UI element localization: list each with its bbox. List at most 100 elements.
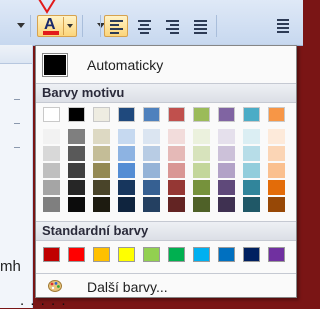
- theme-color-shade-swatch[interactable]: [243, 163, 260, 178]
- font-color-button[interactable]: A: [37, 15, 77, 37]
- theme-color-shade-swatch[interactable]: [268, 146, 285, 161]
- theme-color-shade-swatch[interactable]: [143, 180, 160, 195]
- theme-color-shade-swatch[interactable]: [218, 146, 235, 161]
- theme-color-shade-swatch[interactable]: [43, 180, 60, 195]
- theme-color-shade-swatch[interactable]: [118, 146, 135, 161]
- standard-color-swatch[interactable]: [218, 247, 235, 262]
- theme-color-shade-swatch[interactable]: [243, 129, 260, 144]
- theme-color-shade-swatch[interactable]: [68, 129, 85, 144]
- separator: [100, 15, 101, 37]
- document-text: mh: [0, 258, 21, 275]
- theme-color-shade-swatch[interactable]: [193, 146, 210, 161]
- theme-color-shade-swatch[interactable]: [68, 146, 85, 161]
- theme-color-shade-swatch[interactable]: [118, 197, 135, 212]
- theme-color-shade-swatch[interactable]: [193, 129, 210, 144]
- justify-button[interactable]: [188, 15, 212, 37]
- more-colors-label: Další barvy...: [87, 279, 168, 295]
- theme-color-shade-swatch[interactable]: [268, 129, 285, 144]
- theme-color-shade-swatch[interactable]: [268, 197, 285, 212]
- separator: [82, 15, 83, 37]
- standard-color-swatch[interactable]: [43, 247, 60, 262]
- justify-icon: [194, 20, 207, 36]
- theme-color-shade-swatch[interactable]: [218, 197, 235, 212]
- theme-color-shade-swatch[interactable]: [43, 146, 60, 161]
- standard-color-swatch[interactable]: [68, 247, 85, 262]
- automatic-color-swatch: [42, 53, 68, 77]
- dropdown-arrow-button[interactable]: [84, 15, 105, 37]
- theme-color-swatch[interactable]: [268, 107, 285, 122]
- theme-color-swatch[interactable]: [243, 107, 260, 122]
- standard-color-swatch[interactable]: [193, 247, 210, 262]
- highlight-marker-icon: [38, 0, 56, 14]
- theme-color-shade-swatch[interactable]: [143, 197, 160, 212]
- automatic-color-option[interactable]: Automaticky: [36, 49, 296, 79]
- theme-color-shade-swatch[interactable]: [93, 197, 110, 212]
- line-spacing-button[interactable]: [265, 15, 299, 37]
- theme-color-shade-swatch[interactable]: [193, 163, 210, 178]
- theme-color-swatch[interactable]: [93, 107, 110, 122]
- standard-colors-header: Standardní barvy: [36, 221, 296, 241]
- font-color-dropdown-arrow[interactable]: [63, 17, 77, 35]
- theme-color-shade-swatch[interactable]: [268, 163, 285, 178]
- theme-color-shade-swatch[interactable]: [43, 197, 60, 212]
- theme-color-shade-swatch[interactable]: [43, 129, 60, 144]
- theme-color-shade-swatch[interactable]: [218, 129, 235, 144]
- theme-color-swatch[interactable]: [118, 107, 135, 122]
- theme-color-shade-swatch[interactable]: [168, 197, 185, 212]
- theme-color-shade-swatch[interactable]: [93, 129, 110, 144]
- standard-color-swatch[interactable]: [143, 247, 160, 262]
- standard-color-swatch[interactable]: [118, 247, 135, 262]
- align-left-button[interactable]: [104, 15, 128, 37]
- theme-color-shade-swatch[interactable]: [193, 180, 210, 195]
- automatic-label: Automaticky: [87, 57, 164, 73]
- standard-color-swatch[interactable]: [168, 247, 185, 262]
- align-left-icon: [110, 20, 123, 36]
- palette-icon: [48, 280, 62, 292]
- theme-color-shade-swatch[interactable]: [243, 197, 260, 212]
- theme-color-shade-swatch[interactable]: [118, 163, 135, 178]
- theme-color-shade-swatch[interactable]: [68, 163, 85, 178]
- standard-color-swatch[interactable]: [93, 247, 110, 262]
- ruler-mark: [14, 147, 20, 148]
- theme-color-shade-swatch[interactable]: [168, 180, 185, 195]
- theme-color-swatch[interactable]: [168, 107, 185, 122]
- theme-color-shade-swatch[interactable]: [43, 163, 60, 178]
- separator: [216, 15, 217, 37]
- theme-color-shade-swatch[interactable]: [243, 146, 260, 161]
- theme-color-shade-swatch[interactable]: [143, 129, 160, 144]
- ribbon-toolbar: A: [0, 0, 303, 46]
- theme-color-shade-swatch[interactable]: [168, 129, 185, 144]
- theme-color-shade-swatch[interactable]: [218, 180, 235, 195]
- theme-color-swatch[interactable]: [143, 107, 160, 122]
- line-spacing-icon: [277, 19, 290, 35]
- theme-color-shade-swatch[interactable]: [93, 146, 110, 161]
- font-color-palette-popup: Automaticky Barvy motivu Standardní barv…: [35, 45, 297, 298]
- align-right-button[interactable]: [160, 15, 184, 37]
- theme-color-shade-swatch[interactable]: [93, 163, 110, 178]
- theme-color-shade-swatch[interactable]: [143, 146, 160, 161]
- theme-color-swatch[interactable]: [218, 107, 235, 122]
- theme-color-swatch[interactable]: [193, 107, 210, 122]
- theme-color-shade-swatch[interactable]: [68, 197, 85, 212]
- theme-color-shade-swatch[interactable]: [68, 180, 85, 195]
- theme-color-shade-swatch[interactable]: [143, 163, 160, 178]
- theme-color-shade-swatch[interactable]: [243, 180, 260, 195]
- theme-color-swatch[interactable]: [68, 107, 85, 122]
- theme-color-shade-swatch[interactable]: [118, 180, 135, 195]
- theme-color-shade-swatch[interactable]: [168, 163, 185, 178]
- theme-color-shade-swatch[interactable]: [268, 180, 285, 195]
- align-center-button[interactable]: [132, 15, 156, 37]
- theme-color-shade-swatch[interactable]: [218, 163, 235, 178]
- separator: [30, 15, 31, 37]
- standard-color-swatch[interactable]: [243, 247, 260, 262]
- theme-color-shade-swatch[interactable]: [193, 197, 210, 212]
- align-right-icon: [166, 20, 179, 36]
- align-center-icon: [138, 20, 151, 36]
- dropdown-arrow-button[interactable]: [4, 15, 25, 37]
- more-colors-option[interactable]: Další barvy...: [36, 273, 296, 298]
- standard-color-swatch[interactable]: [268, 247, 285, 262]
- theme-color-shade-swatch[interactable]: [168, 146, 185, 161]
- theme-color-swatch[interactable]: [43, 107, 60, 122]
- theme-color-shade-swatch[interactable]: [93, 180, 110, 195]
- theme-color-shade-swatch[interactable]: [118, 129, 135, 144]
